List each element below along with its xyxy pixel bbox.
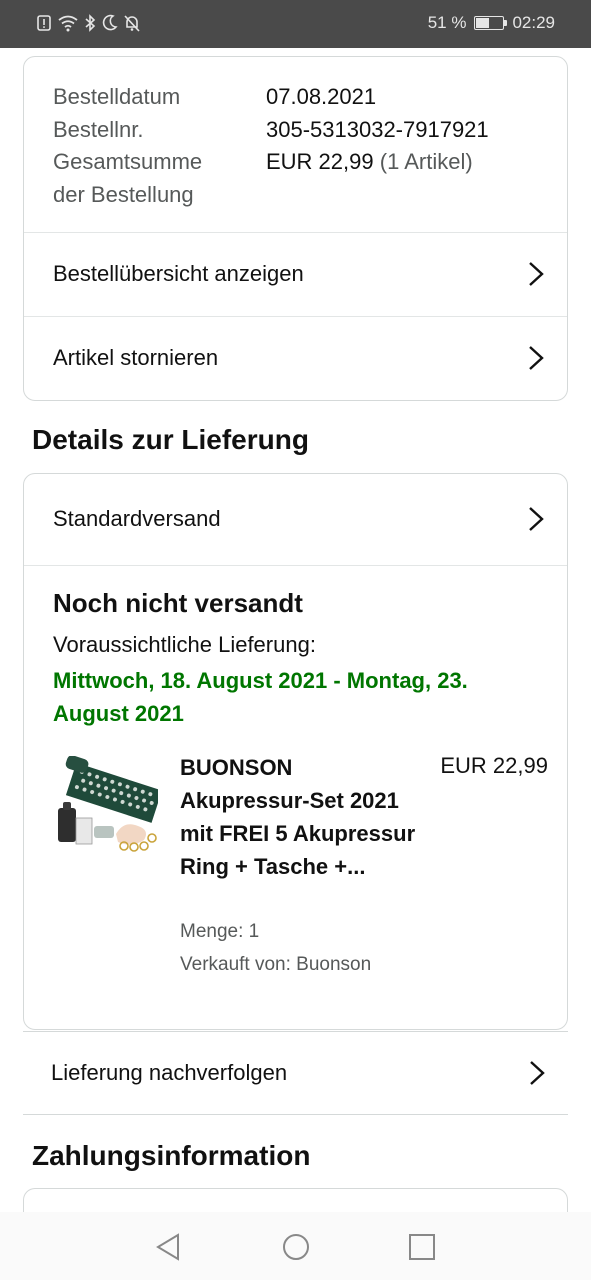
order-info: Bestelldatum 07.08.2021 Bestellnr. 305-5… <box>53 81 553 211</box>
shipping-method-label: Standardversand <box>53 506 221 531</box>
status-icons <box>36 14 140 32</box>
shipping-method-link[interactable]: Standardversand <box>24 474 567 564</box>
info-label: Bestelldatum <box>53 84 181 109</box>
alert-icon <box>37 15 51 31</box>
navigation-bar <box>0 1212 591 1280</box>
delivery-section-title: Details zur Lieferung <box>32 424 309 455</box>
info-label: der Bestellung <box>53 181 194 207</box>
eta-date: Mittwoch, 18. August 2021 - Montag, 23. … <box>53 668 468 726</box>
order-summary-card: Bestelldatum 07.08.2021 Bestellnr. 305-5… <box>23 56 568 401</box>
moon-icon <box>102 14 118 31</box>
recents-icon[interactable] <box>407 1232 437 1262</box>
order-total: EUR 22,99 (1 Artikel) <box>266 146 473 179</box>
order-total-amount: EUR 22,99 <box>266 149 374 174</box>
shipment-status: Noch nicht versandt <box>53 588 303 618</box>
chevron-right-icon <box>530 1061 545 1085</box>
order-number: 305-5313032-7917921 <box>266 116 489 142</box>
track-delivery-link[interactable]: Lieferung nachverfolgen <box>23 1031 568 1115</box>
battery-fill <box>476 18 490 28</box>
divider <box>24 565 567 566</box>
product-price: EUR 22,99 <box>440 753 548 778</box>
bell-off-icon <box>124 15 140 32</box>
delivery-card: Standardversand Noch nicht versandt Vora… <box>23 473 568 1030</box>
product-image[interactable] <box>54 756 158 854</box>
order-total-row-cont: der Bestellung <box>53 179 553 212</box>
view-order-details-label: Bestellübersicht anzeigen <box>53 261 304 286</box>
product-quantity: Menge: 1 <box>180 921 260 942</box>
battery-icon <box>474 16 508 30</box>
order-number-row: Bestellnr. 305-5313032-7917921 <box>53 114 553 147</box>
info-label: Bestellnr. <box>53 116 144 142</box>
info-label: Gesamtsumme <box>53 149 203 174</box>
status-bar: 51 % 02:29 <box>0 0 591 48</box>
chevron-right-icon <box>529 507 544 531</box>
bluetooth-icon <box>85 14 96 32</box>
battery-percent: 51 % <box>427 13 467 32</box>
track-delivery-label: Lieferung nachverfolgen <box>51 1060 288 1085</box>
product-seller: Verkauft von: Buonson <box>180 954 372 975</box>
payment-section-title: Zahlungsinformation <box>32 1140 311 1171</box>
order-total-row: Gesamtsumme EUR 22,99 (1 Artikel) <box>53 146 553 179</box>
chevron-right-icon <box>529 262 544 286</box>
view-order-details-link[interactable]: Bestellübersicht anzeigen <box>24 232 567 316</box>
clock: 02:29 <box>512 13 555 32</box>
order-date-row: Bestelldatum 07.08.2021 <box>53 81 553 114</box>
chevron-right-icon <box>529 346 544 370</box>
eta-label: Voraussichtliche Lieferung: <box>53 632 316 657</box>
wifi-icon <box>58 15 78 32</box>
home-icon[interactable] <box>281 1232 311 1262</box>
cancel-items-label: Artikel stornieren <box>53 345 219 370</box>
back-icon[interactable] <box>154 1232 184 1262</box>
cancel-items-link[interactable]: Artikel stornieren <box>24 316 567 400</box>
product-title-link[interactable]: BUONSON Akupressur-Set 2021 mit FREI 5 A… <box>180 751 420 883</box>
order-item-count: (1 Artikel) <box>379 149 473 174</box>
order-date: 07.08.2021 <box>266 84 377 109</box>
